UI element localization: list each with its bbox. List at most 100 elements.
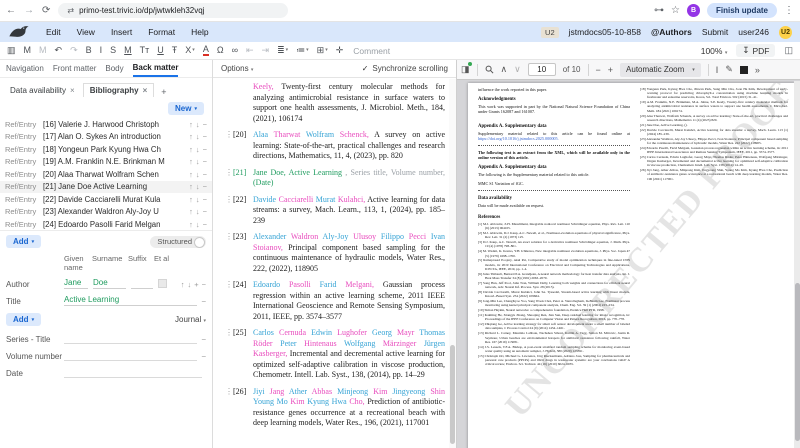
tab-bibliography[interactable]: Bibliography× — [83, 83, 155, 97]
move-up-icon[interactable]: ↑ — [189, 120, 193, 129]
row-reference-text[interactable]: [24] Edoardo Pasolli Farid Melgan — [43, 220, 186, 229]
reference-row[interactable]: Ref/Entry[23] Alexander Waldron Aly-Joy … — [0, 206, 212, 219]
zoom-in-icon[interactable]: + — [608, 65, 613, 75]
move-down-icon[interactable]: ↓ — [187, 280, 191, 289]
reload-icon[interactable]: ⟳ — [42, 6, 50, 16]
remove-row-icon[interactable]: − — [203, 145, 207, 154]
find-next-icon[interactable]: ∨ — [514, 64, 521, 75]
tab-back-matter[interactable]: Back matter — [133, 60, 179, 77]
table-icon[interactable]: ⊞▾ — [317, 46, 328, 55]
close-icon[interactable]: × — [70, 86, 75, 95]
move-up-icon[interactable]: ↑ — [189, 207, 193, 216]
move-down-icon[interactable]: ↓ — [196, 182, 200, 191]
move-down-icon[interactable]: ↓ — [196, 195, 200, 204]
row-reference-text[interactable]: [19] A.M. Franklin N.E. Brinkman M — [43, 157, 186, 166]
indent-decrease-icon[interactable]: ⇤ — [246, 46, 254, 55]
options-dropdown[interactable]: Options ▾ — [221, 64, 253, 73]
page-view-icon[interactable]: ▥ — [7, 46, 16, 55]
case-icon[interactable]: Tт — [140, 46, 150, 55]
underline-icon[interactable]: U — [157, 46, 164, 55]
move-down-icon[interactable]: ↓ — [196, 220, 200, 229]
tab-data-availability[interactable]: Data availability× — [4, 84, 81, 97]
remove-title-icon[interactable]: − — [201, 297, 206, 306]
move-up-icon[interactable]: ↑ — [189, 220, 193, 229]
pdf-scrollbar[interactable] — [794, 81, 800, 448]
row-reference-text[interactable]: [21] Jane Doe Active Learning — [43, 182, 186, 191]
et-al-checkbox[interactable] — [158, 279, 167, 288]
move-up-icon[interactable]: ↑ — [189, 145, 193, 154]
toggle-knob[interactable] — [194, 237, 205, 248]
user-avatar[interactable]: U2 — [779, 26, 792, 39]
move-up-icon[interactable]: ↑ — [189, 132, 193, 141]
italic-icon[interactable]: I — [100, 46, 103, 55]
editor-scrollbar[interactable] — [449, 79, 456, 448]
small-caps-icon[interactable]: S — [110, 46, 116, 55]
remove-series-icon[interactable]: − — [201, 335, 206, 344]
monospace-icon[interactable]: M — [124, 46, 132, 55]
move-down-icon[interactable]: ↓ — [196, 157, 200, 166]
remove-row-icon[interactable]: − — [203, 132, 207, 141]
comment-button[interactable]: Comment — [353, 46, 390, 56]
doi-link[interactable]: https://doi.org/10.1016/j.jstmdocs.2025.… — [478, 136, 559, 141]
remove-row-icon[interactable]: − — [203, 182, 207, 191]
back-icon[interactable]: ← — [6, 6, 16, 16]
reference-row[interactable]: Ref/Entry[19] A.M. Franklin N.E. Brinkma… — [0, 156, 212, 169]
reference-entry[interactable]: ⋮[25]Carlos Cernuda Edwin Lughofer Georg… — [226, 328, 445, 381]
menu-help[interactable]: Help — [191, 27, 208, 37]
special-char-icon[interactable]: Ω — [217, 46, 224, 55]
script-icon[interactable]: X▾ — [185, 46, 195, 55]
split-view-icon[interactable]: ◫ — [784, 45, 793, 56]
reference-row[interactable]: Ref/Entry[21] Jane Doe Active Learning↑↓… — [0, 181, 212, 194]
reference-entry[interactable]: ⋮[26]Jiyi Jang Ather Abbas Minjeong Kim … — [226, 387, 445, 429]
new-entry-button[interactable]: New▾ — [168, 102, 204, 115]
remove-row-icon[interactable]: − — [203, 220, 207, 229]
scrollbar-thumb[interactable] — [450, 345, 455, 445]
reference-entry[interactable]: Keely, Twenty-first century molecular me… — [226, 82, 445, 124]
surname-field[interactable]: Doe — [93, 278, 126, 289]
drag-handle-icon[interactable]: ⋮ — [225, 232, 233, 243]
menu-format[interactable]: Format — [148, 27, 175, 37]
submit-button[interactable]: Submit — [702, 27, 728, 37]
reference-row[interactable]: Ref/Entry[20] Alaa Tharwat Wolfram Schen… — [0, 168, 212, 181]
scrollbar-thumb[interactable] — [795, 283, 800, 441]
indent-increase-icon[interactable]: ⇥ — [262, 46, 270, 55]
row-reference-text[interactable]: [17] Alan O. Sykes An introduction — [43, 132, 186, 141]
menu-view[interactable]: View — [77, 27, 95, 37]
date-field[interactable] — [64, 367, 202, 378]
move-down-icon[interactable]: ↓ — [196, 170, 200, 179]
reference-type-dropdown[interactable]: Journal ▾ — [175, 315, 206, 324]
tab-front-matter[interactable]: Front matter — [53, 61, 97, 76]
drag-handle-icon[interactable]: ⋮ — [225, 195, 233, 206]
reference-entry[interactable]: ⋮[20]Alaa Tharwat Wolfram Schenck, A sur… — [226, 130, 445, 162]
page-number-input[interactable]: 10 — [528, 63, 556, 76]
strikethrough-icon[interactable]: Ŧ — [172, 46, 178, 55]
zoom-control[interactable]: 100% ▾ — [701, 46, 728, 56]
move-down-icon[interactable]: ↓ — [196, 120, 200, 129]
address-bar[interactable]: ⇄ primo-test.trivic.io/dp/jwtwkleh32vqj — [58, 3, 288, 18]
reference-row[interactable]: Ref/Entry[24] Edoardo Pasolli Farid Melg… — [0, 218, 212, 230]
move-up-icon[interactable]: ↑ — [189, 195, 193, 204]
zoom-select-dropdown[interactable]: Automatic Zoom▾ — [620, 63, 701, 77]
synchronize-scrolling-checkbox[interactable]: ✓Synchronize scrolling — [362, 64, 448, 73]
remove-row-icon[interactable]: − — [203, 157, 207, 166]
remove-row-icon[interactable]: − — [203, 207, 207, 216]
row-reference-text[interactable]: [22] Davide Cacciarelli Murat Kula — [43, 195, 186, 204]
move-down-icon[interactable]: ↓ — [196, 207, 200, 216]
finish-update-button[interactable]: Finish update — [707, 3, 777, 18]
list-icon[interactable]: ≔▾ — [296, 46, 309, 55]
move-up-icon[interactable]: ↑ — [189, 182, 193, 191]
remove-row-icon[interactable]: − — [203, 195, 207, 204]
stamp-tool-icon[interactable] — [740, 66, 748, 74]
drag-handle-icon[interactable]: ⋮ — [225, 168, 233, 179]
search-icon[interactable] — [485, 65, 494, 74]
find-previous-icon[interactable]: ∧ — [501, 64, 508, 75]
redo-icon[interactable]: ↷ — [70, 46, 78, 55]
move-up-icon[interactable]: ↑ — [189, 157, 193, 166]
reference-entry[interactable]: ⋮[21]Jane Doe, Active Learning , Series … — [226, 168, 445, 189]
bold-icon[interactable]: B — [86, 46, 92, 55]
marker-prev-icon[interactable]: M — [24, 46, 32, 55]
add-author-icon[interactable]: + — [194, 280, 198, 289]
pdf-sidebar-toggle-icon[interactable]: ◨ — [461, 64, 470, 75]
url-text[interactable]: primo-test.trivic.io/dp/jwtwkleh32vqj — [79, 6, 204, 15]
suffix-field[interactable] — [131, 278, 153, 289]
